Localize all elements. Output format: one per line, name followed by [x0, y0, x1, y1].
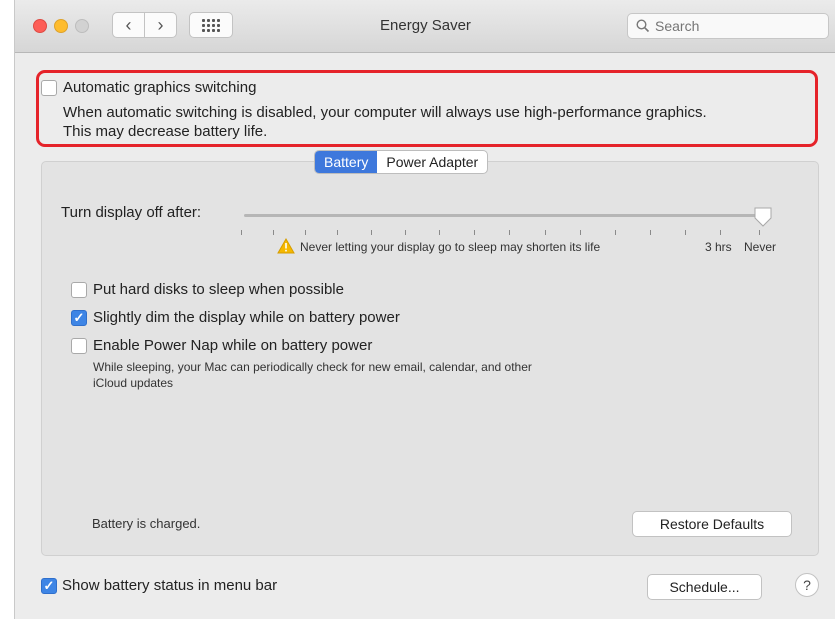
search-input[interactable] — [655, 18, 815, 34]
energy-saver-window: ‹ › Energy Saver Automatic graphics swit… — [14, 0, 835, 619]
power-nap-description-line1: While sleeping, your Mac can periodicall… — [93, 360, 532, 374]
warning-icon — [277, 238, 295, 254]
slider-ticks — [15, 230, 835, 236]
hard-disk-sleep-checkbox[interactable] — [71, 282, 87, 298]
chevron-left-icon: ‹ — [125, 14, 132, 35]
help-button[interactable]: ? — [795, 573, 819, 597]
title-bar: ‹ › Energy Saver — [15, 0, 835, 53]
forward-button[interactable]: › — [144, 12, 177, 38]
show-battery-status-label: Show battery status in menu bar — [62, 577, 278, 594]
graphics-description-line1: When automatic switching is disabled, yo… — [63, 104, 707, 121]
slider-thumb[interactable] — [753, 206, 773, 228]
chevron-right-icon: › — [157, 14, 164, 35]
power-nap-description-line2: iCloud updates — [93, 376, 174, 390]
power-nap-checkbox[interactable] — [71, 338, 87, 354]
back-button[interactable]: ‹ — [112, 12, 145, 38]
graphics-description-line2: This may decrease battery life. — [63, 123, 268, 140]
graphics-switching-label: Automatic graphics switching — [63, 79, 257, 96]
dim-display-label: Slightly dim the display while on batter… — [93, 309, 400, 326]
dim-display-checkbox[interactable]: ✓ — [71, 310, 87, 326]
search-icon — [636, 19, 650, 33]
show-battery-status-checkbox[interactable]: ✓ — [41, 578, 57, 594]
tab-power-adapter[interactable]: Power Adapter — [377, 151, 487, 173]
sleep-warning-text: Never letting your display go to sleep m… — [300, 240, 601, 254]
checkmark-icon: ✓ — [73, 310, 85, 325]
search-field[interactable] — [627, 13, 829, 39]
hard-disk-sleep-label: Put hard disks to sleep when possible — [93, 281, 344, 298]
minimize-window-button[interactable] — [54, 19, 68, 33]
power-nap-label: Enable Power Nap while on battery power — [93, 337, 373, 354]
close-window-button[interactable] — [33, 19, 47, 33]
grid-icon — [202, 18, 220, 32]
checkmark-icon: ✓ — [43, 578, 55, 593]
tick-label-never: Never — [744, 240, 777, 254]
schedule-button[interactable]: Schedule... — [647, 574, 762, 600]
display-sleep-slider[interactable] — [244, 214, 764, 217]
zoom-window-button[interactable] — [75, 19, 89, 33]
battery-status-text: Battery is charged. — [92, 516, 201, 531]
tab-battery[interactable]: Battery — [315, 151, 378, 173]
show-all-button[interactable] — [189, 12, 233, 38]
graphics-switching-checkbox[interactable] — [41, 80, 57, 96]
tab-bar: Battery Power Adapter — [314, 150, 489, 174]
display-off-label: Turn display off after: — [61, 204, 202, 221]
tick-label-3hrs: 3 hrs — [705, 240, 732, 254]
restore-defaults-button[interactable]: Restore Defaults — [632, 511, 792, 537]
